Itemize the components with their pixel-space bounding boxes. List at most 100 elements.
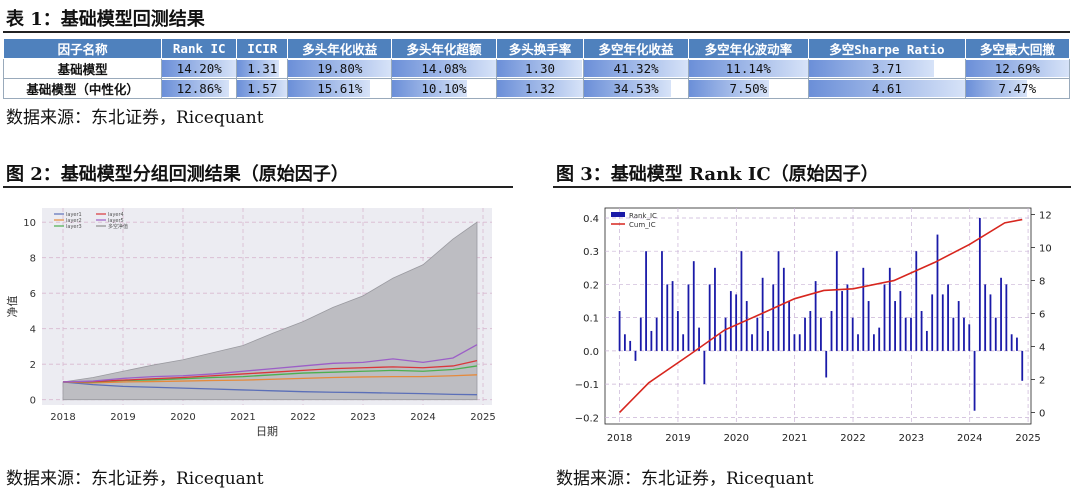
y-tick-label-left: −0.2 bbox=[575, 413, 599, 424]
ic-bar bbox=[798, 334, 801, 351]
ic-bar bbox=[645, 251, 647, 351]
legend-label: Rank_IC bbox=[629, 212, 657, 220]
data-cell: 34.53% bbox=[583, 78, 689, 99]
ic-bar bbox=[761, 277, 764, 351]
ic-bar bbox=[655, 317, 658, 351]
cell-value: 15.61% bbox=[317, 81, 363, 96]
y-tick-label-left: 0.2 bbox=[583, 280, 599, 291]
ic-bar bbox=[862, 267, 865, 351]
fig2-source: 数据来源：东北证券，Ricequant bbox=[6, 469, 264, 489]
ic-bar bbox=[920, 311, 923, 351]
data-cell: 41.32% bbox=[583, 58, 689, 79]
ic-bar bbox=[835, 251, 838, 351]
ic-bar bbox=[825, 350, 828, 378]
ic-bar bbox=[957, 301, 960, 351]
ic-bar bbox=[989, 294, 992, 351]
fig2-title: 图 2：基础模型分组回测结果（原始因子） bbox=[6, 164, 349, 185]
ic-bar bbox=[639, 317, 642, 351]
ic-bar bbox=[629, 340, 632, 351]
ic-bar bbox=[894, 301, 896, 351]
ic-bar bbox=[872, 334, 875, 351]
ic-bar bbox=[814, 281, 817, 351]
data-cell: 12.69% bbox=[964, 58, 1071, 79]
ic-bar bbox=[729, 291, 732, 351]
x-tick-label: 2019 bbox=[110, 412, 135, 423]
data-cell: 14.08% bbox=[391, 58, 497, 79]
legend-label: layer3 bbox=[66, 224, 82, 230]
ic-bar bbox=[915, 251, 918, 351]
cell-value: 19.80% bbox=[317, 61, 363, 76]
x-axis-label: 日期 bbox=[256, 425, 278, 438]
table-header-cell: 多空年化收益 bbox=[583, 38, 689, 59]
cell-value: 10.10% bbox=[421, 81, 467, 96]
ic-bar bbox=[740, 251, 743, 351]
data-cell: 7.50% bbox=[687, 78, 810, 99]
ic-bar bbox=[1010, 334, 1013, 351]
ic-bar bbox=[968, 324, 971, 351]
y-tick-label: 10 bbox=[23, 218, 36, 229]
x-tick-label: 2022 bbox=[840, 433, 865, 444]
ic-bar bbox=[809, 311, 812, 351]
ic-bar bbox=[804, 317, 806, 351]
fig3-chart: 0.4 0.3 0.2 0.1 0.0 −0.1 −0.2 12 10 8 6 4 2 0 2018 2019… bbox=[575, 207, 1052, 444]
table-header-cell: Rank IC bbox=[161, 38, 238, 59]
data-cell: 1.31 bbox=[236, 58, 289, 79]
x-tick-label: 2024 bbox=[957, 433, 982, 444]
ic-bar bbox=[925, 330, 928, 351]
fig3-source: 数据来源：东北证券，Ricequant bbox=[556, 469, 814, 489]
y-tick-label-left: 0.1 bbox=[583, 314, 599, 325]
x-tick-label: 2024 bbox=[410, 412, 435, 423]
ic-bar bbox=[735, 294, 738, 351]
y-tick-label-left: −0.1 bbox=[575, 380, 599, 391]
table-row: 基础模型（中性化） 12.86% 1.57 15.61% 10.10% 1.32 34.53… bbox=[2, 78, 1071, 99]
ic-bar bbox=[650, 330, 653, 351]
ic-bar bbox=[931, 294, 934, 351]
y-tick-label-right: 2 bbox=[1039, 375, 1045, 386]
x-tick-label: 2025 bbox=[1015, 433, 1040, 444]
ic-bar bbox=[676, 311, 679, 351]
ic-bar bbox=[714, 267, 716, 351]
cell-value: 12.86% bbox=[176, 81, 222, 96]
data-cell: 7.47% bbox=[964, 78, 1071, 99]
ic-bar bbox=[623, 334, 626, 351]
ic-bar bbox=[867, 301, 870, 351]
table-header-cell: 因子名称 bbox=[2, 38, 163, 59]
table-source: 数据来源：东北证券，Ricequant bbox=[6, 108, 264, 128]
ic-bar bbox=[820, 317, 822, 351]
cell-value: 7.47% bbox=[998, 81, 1037, 96]
table-header-cell: 多空年化波动率 bbox=[687, 38, 810, 59]
data-cell: 15.61% bbox=[287, 78, 393, 99]
cell-value: 1.30 bbox=[524, 61, 556, 76]
ic-bar bbox=[788, 301, 791, 351]
cell-value: 4.61 bbox=[871, 81, 902, 96]
data-cell: 11.14% bbox=[687, 58, 810, 79]
data-cell: 10.10% bbox=[391, 78, 497, 99]
y-axis-label: 净值 bbox=[6, 296, 19, 318]
y-tick-label: 0 bbox=[30, 396, 36, 407]
cell-value: 12.69% bbox=[994, 61, 1040, 76]
data-cell: 12.86% bbox=[161, 78, 238, 99]
y-tick-label: 6 bbox=[30, 289, 36, 300]
x-tick-label: 2018 bbox=[50, 412, 75, 423]
ic-bar bbox=[888, 267, 891, 351]
y-tick-label-right: 10 bbox=[1039, 244, 1052, 255]
table-header-cell: 多空Sharpe Ratio bbox=[808, 38, 966, 59]
cell-value: 41.32% bbox=[613, 61, 659, 76]
x-tick-label: 2020 bbox=[724, 433, 749, 444]
ic-bar bbox=[878, 327, 881, 351]
x-tick-label: 2020 bbox=[170, 412, 195, 423]
ic-bar bbox=[963, 317, 965, 351]
ic-bar bbox=[952, 317, 955, 351]
cell-value: 14.08% bbox=[421, 61, 467, 76]
ic-bar bbox=[772, 284, 775, 351]
ic-bar bbox=[756, 317, 759, 351]
ic-bar bbox=[851, 317, 854, 351]
cell-value: 7.50% bbox=[729, 81, 768, 96]
data-cell: 1.30 bbox=[495, 58, 585, 79]
y-tick-label-right: 0 bbox=[1039, 408, 1045, 419]
y-tick-label-left: 0.3 bbox=[583, 247, 599, 258]
table-header-cell: 多头年化超额 bbox=[391, 38, 497, 59]
table-title: 表 1：基础模型回测结果 bbox=[6, 9, 205, 30]
ic-bar bbox=[703, 350, 706, 385]
plot-area bbox=[604, 207, 1032, 425]
